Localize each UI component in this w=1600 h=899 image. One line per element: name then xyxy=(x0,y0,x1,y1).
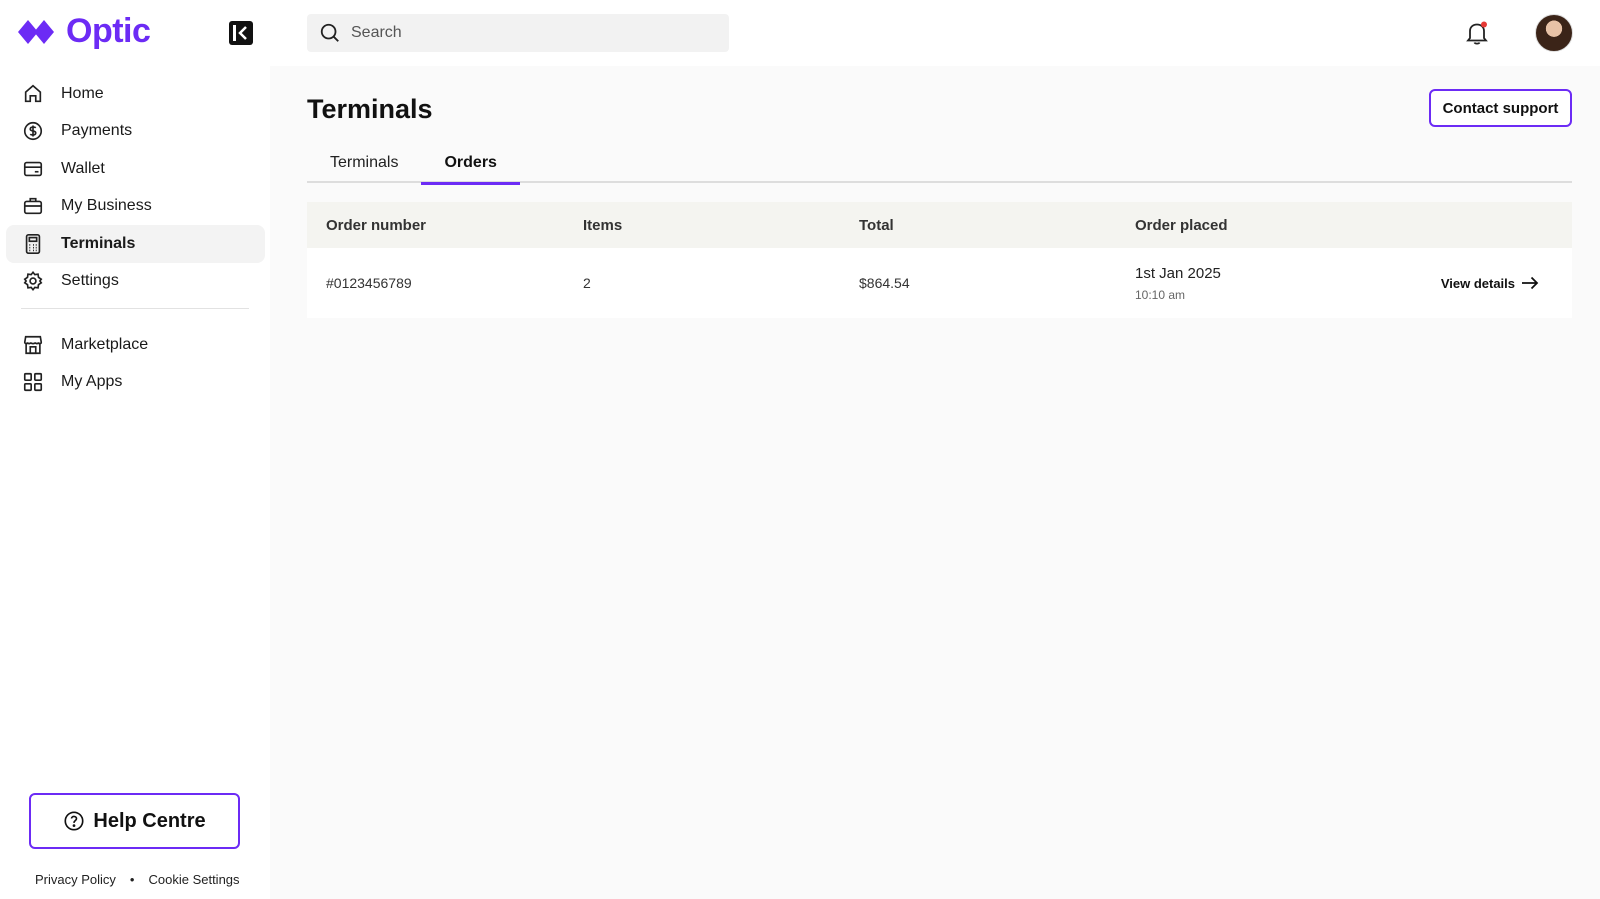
notifications-bell-icon[interactable] xyxy=(1464,20,1490,46)
sidebar-item-label: Payments xyxy=(61,122,133,140)
sidebar-item-my-business[interactable]: My Business xyxy=(6,188,265,226)
sidebar-item-wallet[interactable]: Wallet xyxy=(6,150,265,188)
cookie-settings-link[interactable]: Cookie Settings xyxy=(148,872,239,887)
dollar-circle-icon xyxy=(22,120,44,142)
privacy-policy-link[interactable]: Privacy Policy xyxy=(35,872,116,887)
store-icon xyxy=(22,334,44,356)
sidebar-divider xyxy=(21,308,249,309)
order-number-cell: #0123456789 xyxy=(326,275,412,291)
search-bar[interactable] xyxy=(307,14,729,52)
contact-support-button[interactable]: Contact support xyxy=(1429,89,1572,127)
column-header-items: Items xyxy=(583,216,623,234)
collapse-sidebar-icon[interactable] xyxy=(228,20,254,46)
sidebar-item-home[interactable]: Home xyxy=(6,75,265,113)
optic-logo-icon xyxy=(18,19,54,44)
search-icon xyxy=(320,23,339,42)
sidebar-item-label: Marketplace xyxy=(61,335,149,353)
table-header: Order number Items Total Order placed xyxy=(307,202,1572,248)
sidebar-item-label: Settings xyxy=(61,272,119,290)
brand-logo[interactable]: Optic xyxy=(16,12,151,51)
question-circle-icon xyxy=(64,811,84,831)
order-placed-cell: 1st Jan 2025 10:10 am xyxy=(1135,265,1397,302)
wallet-icon xyxy=(22,158,44,180)
sidebar-item-marketplace[interactable]: Marketplace xyxy=(6,326,265,364)
total-cell: $864.54 xyxy=(859,275,910,291)
sidebar-item-label: Terminals xyxy=(61,234,136,252)
sidebar-item-label: Wallet xyxy=(61,159,105,177)
brand-name: Optic xyxy=(66,12,151,50)
footer-separator: • xyxy=(129,872,135,887)
arrow-right-icon xyxy=(1522,276,1539,290)
column-header-order-number: Order number xyxy=(326,216,427,234)
sidebar-item-label: My Apps xyxy=(61,373,123,391)
footer-links: Privacy Policy • Cookie Settings xyxy=(35,872,240,887)
tab-bar: Terminals Orders xyxy=(307,143,1572,185)
terminal-icon xyxy=(22,233,44,255)
sidebar-item-my-apps[interactable]: My Apps xyxy=(6,364,265,402)
orders-table: Order number Items Total Order placed #0… xyxy=(307,202,1572,318)
apps-grid-icon xyxy=(22,371,44,393)
sidebar-item-terminals[interactable]: Terminals xyxy=(6,225,265,263)
tab-orders[interactable]: Orders xyxy=(421,143,521,185)
sidebar-item-label: My Business xyxy=(61,197,152,215)
page-title: Terminals xyxy=(307,94,433,124)
sidebar-item-payments[interactable]: Payments xyxy=(6,113,265,151)
help-centre-label: Help Centre xyxy=(93,809,206,832)
briefcase-icon xyxy=(22,195,44,217)
top-bar xyxy=(270,0,1600,66)
view-details-link[interactable]: View details xyxy=(1441,276,1539,291)
tab-terminals[interactable]: Terminals xyxy=(307,143,421,183)
view-details-label: View details xyxy=(1440,275,1515,291)
order-date: 1st Jan 2025 xyxy=(1135,264,1221,282)
sidebar: Optic Home Payments Wallet My Business T… xyxy=(0,0,270,899)
sidebar-nav: Home Payments Wallet My Business Termina… xyxy=(6,75,265,401)
avatar[interactable] xyxy=(1535,14,1573,52)
table-row: #0123456789 2 $864.54 1st Jan 2025 10:10… xyxy=(307,248,1572,318)
gear-icon xyxy=(22,270,44,292)
search-input[interactable] xyxy=(351,24,711,42)
items-cell: 2 xyxy=(583,275,591,291)
notification-dot xyxy=(1481,21,1487,28)
sidebar-item-settings[interactable]: Settings xyxy=(6,263,265,301)
column-header-order-placed: Order placed xyxy=(1135,216,1228,234)
sidebar-item-label: Home xyxy=(61,84,104,102)
column-header-total: Total xyxy=(859,216,894,234)
home-icon xyxy=(22,83,44,105)
order-time: 10:10 am xyxy=(1135,287,1186,302)
help-centre-button[interactable]: Help Centre xyxy=(29,793,240,849)
